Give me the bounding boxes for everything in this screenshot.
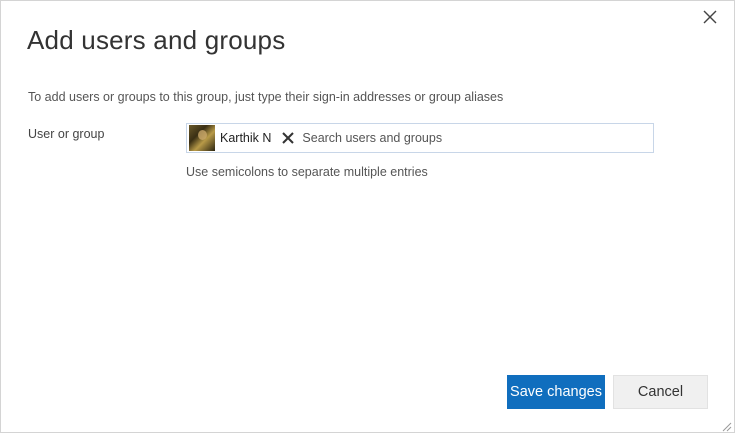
- selected-user-token: Karthik N: [189, 125, 297, 151]
- close-button[interactable]: [700, 7, 720, 27]
- dialog-description: To add users or groups to this group, ju…: [28, 90, 504, 104]
- separator-hint: Use semicolons to separate multiple entr…: [186, 165, 428, 179]
- people-picker[interactable]: Karthik N: [186, 123, 654, 153]
- user-avatar: [189, 125, 215, 151]
- save-changes-button[interactable]: Save changes: [507, 375, 605, 409]
- dialog-title: Add users and groups: [27, 25, 286, 55]
- remove-user-button[interactable]: [280, 130, 296, 146]
- cancel-button[interactable]: Cancel: [613, 375, 708, 409]
- remove-icon: [282, 132, 295, 144]
- resize-grip-icon[interactable]: [721, 419, 732, 432]
- user-or-group-label: User or group: [28, 127, 105, 141]
- selected-user-name: Karthik N: [220, 131, 272, 145]
- add-users-dialog: Add users and groups To add users or gro…: [0, 0, 735, 433]
- close-icon: [703, 10, 717, 24]
- search-users-input[interactable]: [302, 128, 653, 148]
